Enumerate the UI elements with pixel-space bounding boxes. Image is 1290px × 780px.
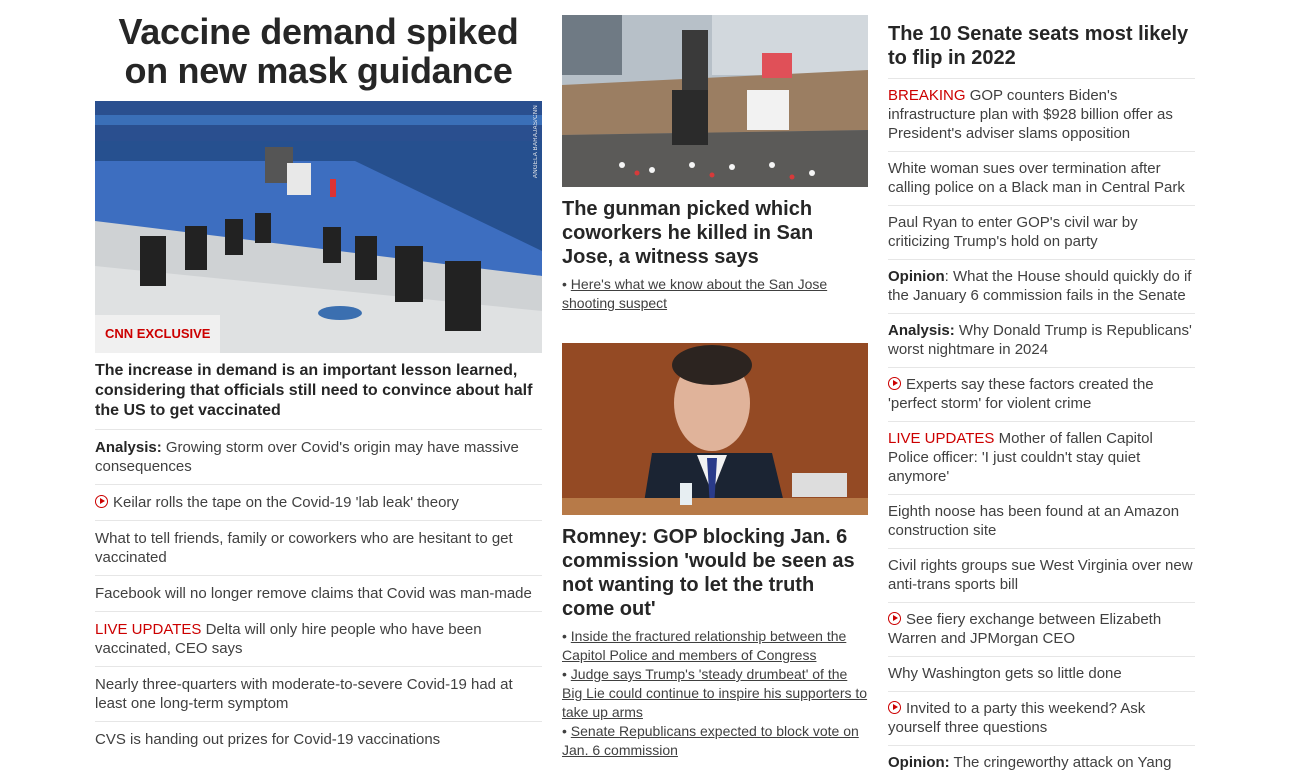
item-text: What to tell friends, family or coworker… [95, 530, 513, 566]
left-column: Vaccine demand spiked on new mask guidan… [95, 0, 542, 757]
romney-hearing-photo [562, 343, 868, 515]
story-bullets: • Inside the fractured relationship betw… [562, 627, 868, 760]
bullet-link[interactable]: Here's what we know about the San Jose s… [562, 276, 827, 311]
item-text: Paul Ryan to enter GOP's civil war by cr… [888, 214, 1138, 250]
list-item[interactable]: Experts say these factors created the 'p… [888, 367, 1195, 421]
item-text: Experts say these factors created the 'p… [888, 376, 1154, 412]
story-headline[interactable]: Romney: GOP blocking Jan. 6 commission '… [562, 525, 868, 621]
list-item[interactable]: Keilar rolls the tape on the Covid-19 'l… [95, 484, 542, 520]
memorial-image[interactable] [562, 15, 868, 187]
lead-headline[interactable]: Vaccine demand spiked on new mask guidan… [95, 12, 542, 90]
list-item[interactable]: LIVE UPDATES Delta will only hire people… [95, 611, 542, 666]
item-prefix: Opinion: [888, 754, 950, 771]
item-prefix: Opinion [888, 268, 945, 285]
list-item[interactable]: Analysis: Growing storm over Covid's ori… [95, 429, 542, 484]
middle-column: The gunman picked which coworkers he kil… [562, 0, 868, 760]
list-item[interactable]: Opinion: The cringeworthy attack on Yang [888, 745, 1195, 780]
bullet-item: • Here's what we know about the San Jose… [562, 276, 828, 311]
bullet-link[interactable]: Senate Republicans expected to block vot… [562, 723, 859, 758]
bullet-item: • Judge says Trump's 'steady drumbeat' o… [562, 666, 868, 720]
bullet-item: • Inside the fractured relationship betw… [562, 628, 847, 663]
item-text: Why Washington gets so little done [888, 665, 1122, 682]
item-text: White woman sues over termination after … [888, 160, 1185, 196]
bullet-link[interactable]: Inside the fractured relationship betwee… [562, 628, 846, 663]
list-item[interactable]: Eighth noose has been found at an Amazon… [888, 494, 1195, 548]
bullet-link[interactable]: Judge says Trump's 'steady drumbeat' of … [562, 666, 867, 720]
item-prefix: LIVE UPDATES [888, 430, 995, 447]
item-text: Eighth noose has been found at an Amazon… [888, 503, 1180, 539]
item-prefix: BREAKING [888, 87, 966, 104]
item-text: Nearly three-quarters with moderate-to-s… [95, 676, 513, 712]
list-item[interactable]: Opinion: What the House should quickly d… [888, 259, 1195, 313]
list-item[interactable]: Invited to a party this weekend? Ask you… [888, 691, 1195, 745]
lead-summary[interactable]: The increase in demand is an important l… [95, 361, 542, 421]
item-text: CVS is handing out prizes for Covid-19 v… [95, 731, 441, 748]
list-item[interactable]: See fiery exchange between Elizabeth War… [888, 602, 1195, 656]
story-bullets: • Here's what we know about the San Jose… [562, 275, 868, 313]
list-item[interactable]: BREAKING GOP counters Biden's infrastruc… [888, 78, 1195, 151]
item-prefix: LIVE UPDATES [95, 621, 202, 638]
bullet-item: • Senate Republicans expected to block v… [562, 723, 859, 758]
exclusive-tag: CNN EXCLUSIVE [95, 315, 221, 353]
item-text: Facebook will no longer remove claims th… [95, 585, 532, 602]
item-text: Invited to a party this weekend? Ask you… [888, 700, 1146, 736]
play-icon [95, 495, 108, 508]
section-title[interactable]: The 10 Senate seats most likely to flip … [888, 22, 1195, 70]
item-prefix: Analysis: [95, 439, 162, 456]
list-item[interactable]: Facebook will no longer remove claims th… [95, 575, 542, 611]
list-item[interactable]: Civil rights groups sue West Virginia ov… [888, 548, 1195, 602]
hero-image[interactable]: ANGELA BARAJAS/CNN CNN EXCLUSIVE [95, 101, 542, 353]
list-item[interactable]: LIVE UPDATES Mother of fallen Capitol Po… [888, 421, 1195, 494]
list-item[interactable]: Analysis: Why Donald Trump is Republican… [888, 313, 1195, 367]
item-text: Keilar rolls the tape on the Covid-19 'l… [113, 494, 459, 511]
san-jose-memorial-photo [562, 15, 868, 187]
list-item[interactable]: CVS is handing out prizes for Covid-19 v… [95, 721, 542, 757]
romney-image[interactable] [562, 343, 868, 515]
play-icon [888, 377, 901, 390]
story-headline[interactable]: The gunman picked which coworkers he kil… [562, 197, 868, 269]
image-credit: ANGELA BARAJAS/CNN [533, 105, 539, 179]
list-item[interactable]: Paul Ryan to enter GOP's civil war by cr… [888, 205, 1195, 259]
list-item[interactable]: White woman sues over termination after … [888, 151, 1195, 205]
right-headline-list: BREAKING GOP counters Biden's infrastruc… [888, 78, 1195, 780]
item-text: The cringeworthy attack on Yang [949, 754, 1172, 771]
item-prefix: Analysis: [888, 322, 955, 339]
item-text: Civil rights groups sue West Virginia ov… [888, 557, 1193, 593]
play-icon [888, 701, 901, 714]
list-item[interactable]: What to tell friends, family or coworker… [95, 520, 542, 575]
list-item[interactable]: Why Washington gets so little done [888, 656, 1195, 691]
left-headline-list: Analysis: Growing storm over Covid's ori… [95, 429, 542, 757]
item-text: See fiery exchange between Elizabeth War… [888, 611, 1162, 647]
right-column: The 10 Senate seats most likely to flip … [888, 0, 1195, 780]
list-item[interactable]: Nearly three-quarters with moderate-to-s… [95, 666, 542, 721]
play-icon [888, 612, 901, 625]
